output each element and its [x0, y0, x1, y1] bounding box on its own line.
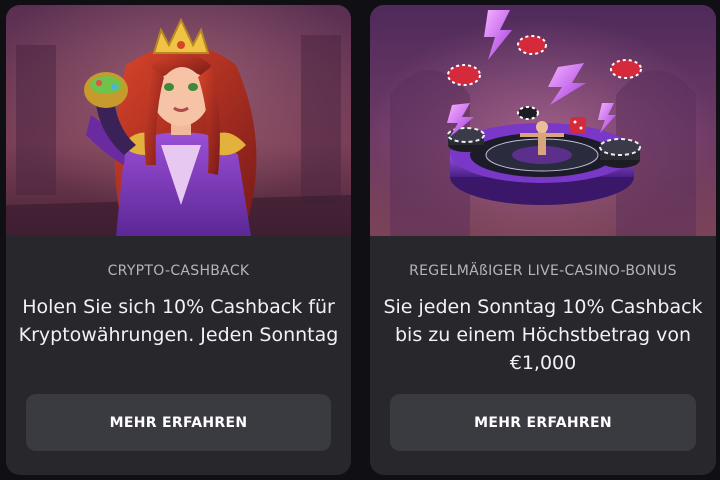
learn-more-button[interactable]: MEHR ERFAHREN — [390, 394, 696, 451]
promo-label: CRYPTO-CASHBACK — [107, 263, 250, 279]
roulette-wheel-illustration — [370, 5, 716, 236]
promo-card-crypto-cashback: CRYPTO-CASHBACK Holen Sie sich 10% Cashb… — [6, 5, 351, 475]
promo-card-live-casino-bonus: REGELMÄßIGER LIVE-CASINO-BONUS Sie jeden… — [370, 5, 716, 475]
promotions-grid: CRYPTO-CASHBACK Holen Sie sich 10% Cashb… — [0, 0, 720, 480]
promo-description: Sie jeden Sonntag 10% Cashback bis zu ei… — [383, 296, 703, 374]
promo-label: REGELMÄßIGER LIVE-CASINO-BONUS — [409, 263, 677, 279]
queen-character-illustration — [6, 5, 351, 236]
promo-description: Holen Sie sich 10% Cashback für Kryptowä… — [18, 296, 339, 346]
learn-more-button[interactable]: MEHR ERFAHREN — [26, 394, 331, 451]
